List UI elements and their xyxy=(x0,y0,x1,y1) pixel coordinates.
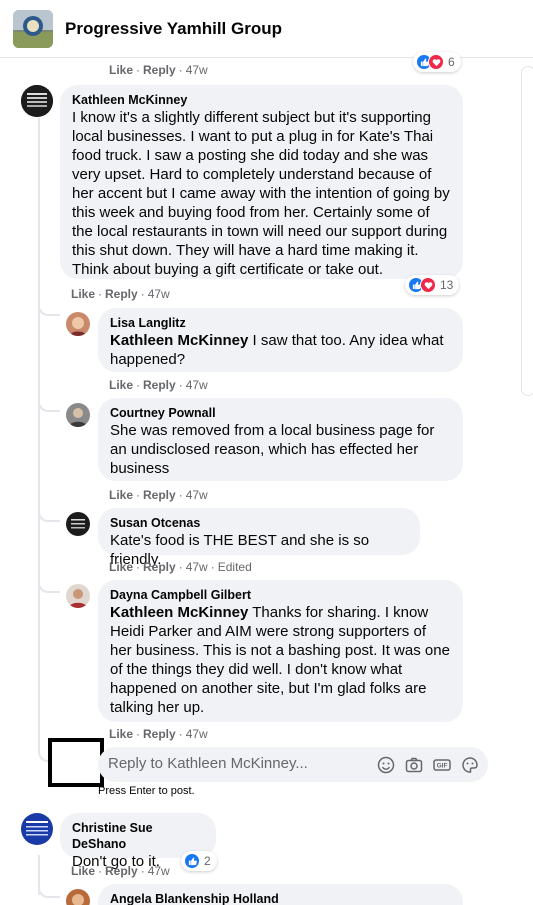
sticker-icon[interactable] xyxy=(460,755,480,775)
avatar[interactable] xyxy=(66,403,90,427)
timestamp[interactable]: 47w xyxy=(186,560,208,574)
mention-link[interactable]: Kathleen McKinney xyxy=(110,332,248,349)
reply-link[interactable]: Reply xyxy=(105,864,138,878)
like-link[interactable]: Like xyxy=(109,63,133,77)
avatar[interactable] xyxy=(66,312,90,336)
group-header: Progressive Yamhill Group xyxy=(0,0,533,58)
comment-text: She was removed from a local business pa… xyxy=(110,422,435,477)
timestamp[interactable]: 47w xyxy=(148,287,170,301)
comment-actions: Like · Reply · 47w xyxy=(71,287,170,301)
comment-actions: Like · Reply · 47w · Edited xyxy=(109,560,252,574)
comment-bubble: Susan Otcenas Kate's food is THE BEST an… xyxy=(98,508,420,568)
group-avatar[interactable] xyxy=(13,10,53,48)
reply-link[interactable]: Reply xyxy=(105,287,138,301)
comment-text: I know it's a slightly different subject… xyxy=(72,109,450,278)
reply-link[interactable]: Reply xyxy=(143,378,176,392)
comment-author[interactable]: Christine Sue DeShano xyxy=(72,820,204,852)
svg-text:GIF: GIF xyxy=(437,763,448,770)
avatar[interactable] xyxy=(66,889,90,905)
reaction-count: 13 xyxy=(440,278,454,292)
emoji-icon[interactable] xyxy=(376,755,396,775)
comment-bubble: Kathleen McKinney I know it's a slightly… xyxy=(60,85,463,279)
avatar[interactable] xyxy=(21,813,53,845)
reply-composer: GIF xyxy=(98,747,488,782)
love-reaction-icon xyxy=(428,54,444,70)
thread-elbow xyxy=(38,500,60,522)
like-link[interactable]: Like xyxy=(109,560,133,574)
reply-link[interactable]: Reply xyxy=(143,727,176,741)
like-link[interactable]: Like xyxy=(109,378,133,392)
reaction-count: 6 xyxy=(448,55,455,69)
like-link[interactable]: Like xyxy=(71,287,95,301)
comment-author[interactable]: Susan Otcenas xyxy=(110,515,408,531)
thread-elbow xyxy=(38,300,60,316)
reaction-summary[interactable]: 13 xyxy=(405,275,460,295)
love-reaction-icon xyxy=(420,277,436,293)
comment-author[interactable]: Dayna Campbell Gilbert xyxy=(110,587,451,603)
reply-input[interactable] xyxy=(108,755,328,772)
timestamp[interactable]: 47w xyxy=(186,488,208,502)
timestamp[interactable]: 47w xyxy=(186,378,208,392)
comment-author[interactable]: Angela Blankenship Holland xyxy=(110,891,451,905)
like-link[interactable]: Like xyxy=(109,727,133,741)
like-reaction-icon xyxy=(184,853,200,869)
timestamp[interactable]: 47w xyxy=(148,864,170,878)
avatar[interactable] xyxy=(21,85,53,117)
timestamp[interactable]: 47w xyxy=(186,727,208,741)
comment-author[interactable]: Lisa Langlitz xyxy=(110,315,451,331)
edited-label: Edited xyxy=(217,560,252,574)
comment-text: Kathleen McKinney Thanks for sharing. I … xyxy=(110,604,450,716)
thread-elbow xyxy=(38,571,60,593)
reaction-summary-prev[interactable]: 6 xyxy=(413,52,461,72)
comment-author[interactable]: Kathleen McKinney xyxy=(72,92,451,108)
comment-actions: Like · Reply · 47w xyxy=(109,488,208,502)
reply-link[interactable]: Reply xyxy=(143,560,176,574)
group-title[interactable]: Progressive Yamhill Group xyxy=(65,19,282,39)
reply-link[interactable]: Reply xyxy=(143,488,176,502)
thread-line xyxy=(38,118,40,746)
thread-elbow xyxy=(38,880,60,898)
comment-bubble: Dayna Campbell Gilbert Kathleen McKinney… xyxy=(98,580,463,722)
like-link[interactable]: Like xyxy=(71,864,95,878)
comment-bubble: Courtney Pownall She was removed from a … xyxy=(98,398,463,481)
press-enter-hint: Press Enter to post. xyxy=(98,785,195,797)
like-link[interactable]: Like xyxy=(109,488,133,502)
side-panel-edge xyxy=(521,66,533,396)
gif-icon[interactable]: GIF xyxy=(432,755,452,775)
comment-actions: Like · Reply · 47w xyxy=(71,864,170,878)
camera-icon[interactable] xyxy=(404,755,424,775)
timestamp[interactable]: 47w xyxy=(186,63,208,77)
comment-bubble: Angela Blankenship Holland xyxy=(98,884,463,905)
reaction-count: 2 xyxy=(204,854,211,868)
avatar[interactable] xyxy=(66,584,90,608)
avatar[interactable] xyxy=(66,512,90,536)
comment-actions: Like · Reply · 47w xyxy=(109,727,208,741)
mention-link[interactable]: Kathleen McKinney xyxy=(110,604,248,621)
reply-link[interactable]: Reply xyxy=(143,63,176,77)
comment-author[interactable]: Courtney Pownall xyxy=(110,405,451,421)
thread-elbow xyxy=(38,390,60,412)
comment-bubble: Lisa Langlitz Kathleen McKinney I saw th… xyxy=(98,308,463,372)
comment-text: Kathleen McKinney I saw that too. Any id… xyxy=(110,332,444,368)
user-avatar-redacted xyxy=(48,738,104,787)
reaction-summary[interactable]: 2 xyxy=(181,851,217,871)
comment-actions-prev: Like · Reply · 47w xyxy=(109,63,208,77)
comment-actions: Like · Reply · 47w xyxy=(109,378,208,392)
